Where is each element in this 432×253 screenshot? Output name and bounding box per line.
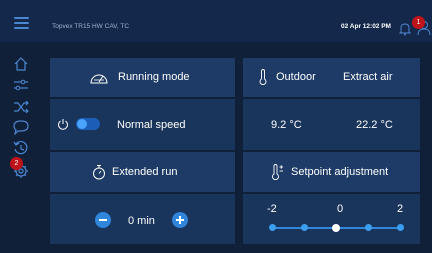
extended-run-title: Extended run bbox=[112, 166, 178, 178]
running-mode-title: Running mode bbox=[118, 71, 190, 83]
home-icon[interactable] bbox=[13, 56, 29, 72]
decrease-button[interactable] bbox=[95, 212, 111, 228]
setpoint-slider-panel bbox=[243, 194, 420, 244]
app-screen: Topvex TR15 HW CAV, TC 02 Apr 12:02 PM 1 bbox=[0, 0, 432, 253]
extended-run-value: 0 min bbox=[128, 215, 155, 227]
setpoint-slider-thumb[interactable] bbox=[332, 223, 340, 232]
shuffle-icon[interactable] bbox=[13, 99, 29, 115]
notification-badge: 1 bbox=[412, 16, 425, 29]
menu-icon[interactable] bbox=[14, 17, 29, 29]
top-bar: Topvex TR15 HW CAV, TC 02 Apr 12:02 PM 1 bbox=[0, 0, 432, 42]
setpoint-title: Setpoint adjustment bbox=[291, 166, 389, 178]
setpoint-tick-max: 2 bbox=[397, 203, 404, 215]
device-title: Topvex TR15 HW CAV, TC bbox=[52, 23, 130, 30]
alarm-badge: 2 bbox=[10, 157, 23, 170]
bell-icon[interactable] bbox=[398, 22, 412, 36]
outdoor-value: 9.2 °C bbox=[271, 119, 302, 131]
extract-air-value: 22.2 °C bbox=[356, 119, 393, 131]
toggle-knob bbox=[77, 119, 87, 129]
history-icon[interactable] bbox=[13, 140, 29, 156]
stopwatch-icon bbox=[93, 165, 105, 180]
setpoint-tick-mid: 0 bbox=[337, 203, 344, 215]
speed-label: Normal speed bbox=[117, 119, 186, 131]
sliders-icon[interactable] bbox=[13, 77, 29, 93]
increase-button[interactable] bbox=[172, 212, 188, 228]
speed-toggle[interactable] bbox=[76, 118, 100, 130]
setpoint-slider-step[interactable] bbox=[300, 224, 308, 231]
datetime: 02 Apr 12:02 PM bbox=[341, 23, 391, 30]
extract-air-label: Extract air bbox=[343, 71, 393, 83]
chat-icon[interactable] bbox=[13, 119, 29, 135]
thermometer-icon bbox=[259, 69, 267, 85]
outdoor-label: Outdoor bbox=[276, 71, 316, 83]
thermometer-plus-minus-icon bbox=[272, 164, 283, 180]
setpoint-slider-step[interactable] bbox=[268, 224, 276, 231]
setpoint-tick-min: -2 bbox=[267, 203, 277, 215]
temperature-values-panel bbox=[243, 99, 420, 150]
setpoint-slider-step[interactable] bbox=[364, 224, 372, 231]
temperature-header-panel bbox=[243, 58, 420, 97]
speedometer-icon bbox=[90, 74, 108, 84]
setpoint-slider-step[interactable] bbox=[396, 224, 404, 231]
power-icon bbox=[58, 119, 68, 130]
